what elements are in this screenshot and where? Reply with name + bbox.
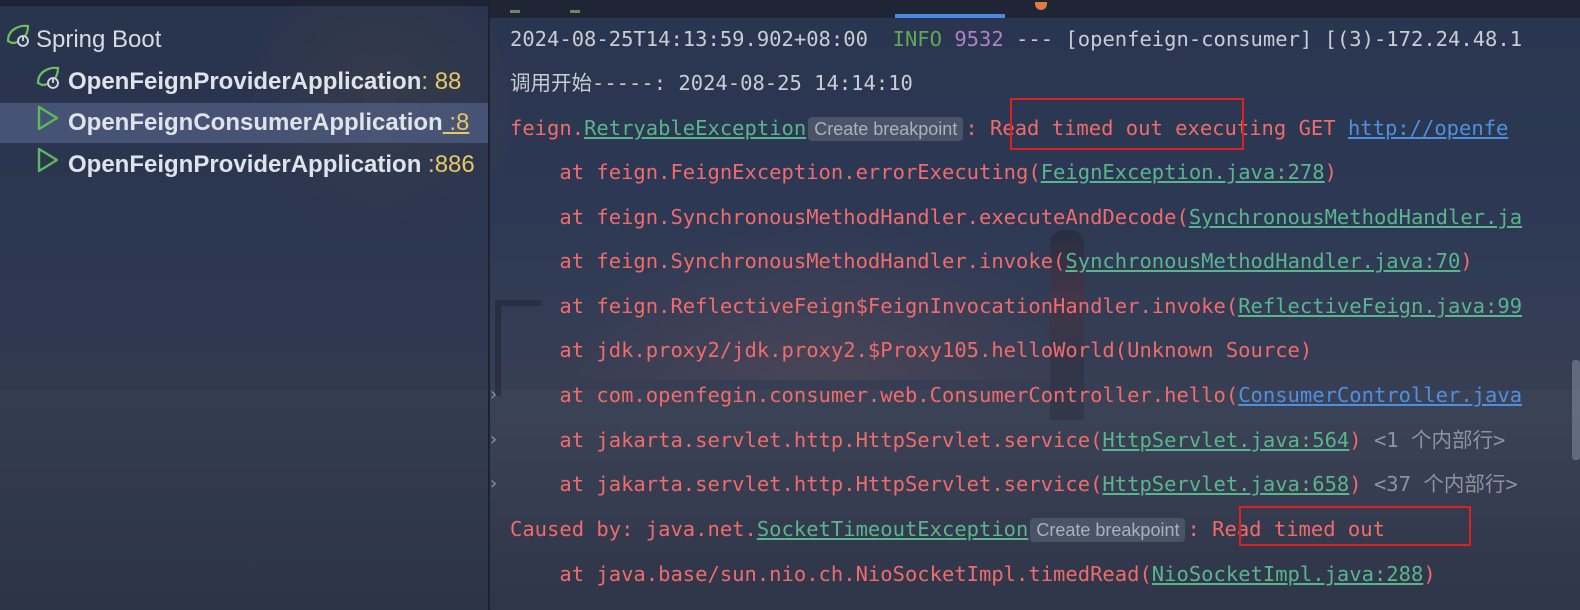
tree-item-port: :886 xyxy=(421,151,475,178)
source-link[interactable]: HttpServlet.java:658 xyxy=(1102,472,1349,496)
stack-frame-close: ) xyxy=(1349,428,1362,452)
log-timestamp: 2024-08-25T14:13:59.902+08:00 xyxy=(510,27,868,51)
stack-frame: at java.base/sun.nio.ch.NioSocketImpl.ti… xyxy=(510,559,1436,589)
services-tree-panel: Spring Boot OpenFeignProviderApplication… xyxy=(0,0,488,610)
stack-frame: at feign.SynchronousMethodHandler.invoke… xyxy=(510,246,1473,276)
stack-frame-method: at feign.SynchronousMethodHandler.execut… xyxy=(510,205,1189,229)
run-icon xyxy=(36,147,60,189)
fold-chevron-icon[interactable]: › xyxy=(490,380,504,410)
tree-root-label: Spring Boot xyxy=(36,26,162,53)
exception-class-link[interactable]: SocketTimeoutException xyxy=(757,517,1029,541)
source-link[interactable]: HttpServlet.java:564 xyxy=(1102,428,1349,452)
log-level: INFO xyxy=(892,27,942,51)
stack-frame: at feign.FeignException.errorExecuting(F… xyxy=(510,157,1337,187)
stack-frame-method: at feign.SynchronousMethodHandler.invoke… xyxy=(510,249,1066,273)
log-line-call-start: 调用开始-----: 2024-08-25 14:14:10 xyxy=(510,71,913,95)
stack-frame-close: ) xyxy=(1423,562,1436,586)
caused-by-prefix: Caused by: java.net. xyxy=(510,517,757,541)
tree-item-consumer[interactable]: OpenFeignConsumerApplication :8 xyxy=(0,103,488,143)
exception-separator: : xyxy=(965,116,991,140)
stack-frame: at feign.ReflectiveFeign$FeignInvocation… xyxy=(510,291,1522,321)
stack-frame-method: at java.base/sun.nio.ch.NioSocketImpl.ti… xyxy=(510,562,1152,586)
tree-item-port: :8 xyxy=(442,109,470,136)
stack-frame: at com.openfegin.consumer.web.ConsumerCo… xyxy=(510,380,1522,410)
tree-item-name: OpenFeignProviderApplication xyxy=(68,68,422,95)
create-breakpoint-button[interactable]: Create breakpoint xyxy=(808,117,964,141)
highlight-box-read-timeout-2 xyxy=(1239,506,1471,546)
console-output[interactable]: 2024-08-25T14:13:59.902+08:00 INFO 9532 … xyxy=(490,0,1580,610)
log-thread: --- [openfeign-consumer] [(3)-172.24.48.… xyxy=(1003,27,1523,51)
exception-package: feign. xyxy=(510,116,585,140)
tree-item-port: : 88 xyxy=(421,68,462,95)
source-link[interactable]: ConsumerController.java xyxy=(1238,383,1522,407)
request-url-link[interactable]: http://openfe xyxy=(1348,116,1508,140)
console-scrollbar[interactable] xyxy=(1572,360,1580,460)
stack-frame: at jakarta.servlet.http.HttpServlet.serv… xyxy=(510,469,1518,499)
console-tab-bar xyxy=(490,0,1580,18)
source-link[interactable]: SynchronousMethodHandler.ja xyxy=(1189,205,1522,229)
source-link[interactable]: NioSocketImpl.java:288 xyxy=(1152,562,1424,586)
run-icon xyxy=(36,105,60,147)
stack-frame-method: at com.openfegin.consumer.web.ConsumerCo… xyxy=(510,383,1239,407)
stack-frame-close: ) xyxy=(1324,160,1337,184)
exception-class-link[interactable]: RetryableException xyxy=(584,116,806,140)
stack-frame: at jakarta.servlet.http.HttpServlet.serv… xyxy=(510,425,1505,455)
stack-frame-close: ) xyxy=(1349,472,1362,496)
fold-chevron-icon[interactable]: › xyxy=(490,425,504,455)
highlight-box-read-timeout-1 xyxy=(1010,98,1244,150)
stack-frame-method: at jakarta.servlet.http.HttpServlet.serv… xyxy=(510,428,1103,452)
stack-frame-close: ) xyxy=(1460,249,1473,273)
tree-root-spring-boot[interactable]: Spring Boot xyxy=(0,20,161,60)
folded-lines-note[interactable]: <37 个内部行> xyxy=(1362,472,1518,496)
spring-boot-icon xyxy=(4,21,32,65)
source-link[interactable]: ReflectiveFeign.java:99 xyxy=(1238,294,1522,318)
folded-lines-note[interactable]: <1 个内部行> xyxy=(1362,428,1505,452)
stack-frame: at jdk.proxy2/jdk.proxy2.$Proxy105.hello… xyxy=(510,338,1313,362)
create-breakpoint-button[interactable]: Create breakpoint xyxy=(1030,518,1186,542)
exception-separator: : xyxy=(1187,517,1213,541)
stack-frame-method: at feign.ReflectiveFeign$FeignInvocation… xyxy=(510,294,1239,318)
stack-frame-method: at feign.FeignException.errorExecuting( xyxy=(510,160,1041,184)
tree-item-name: OpenFeignConsumerApplication xyxy=(68,109,443,136)
tree-item-name: OpenFeignProviderApplication xyxy=(68,151,422,178)
log-line-info: 2024-08-25T14:13:59.902+08:00 INFO 9532 … xyxy=(510,24,1522,54)
stack-frame: at feign.SynchronousMethodHandler.execut… xyxy=(510,202,1522,232)
source-link[interactable]: SynchronousMethodHandler.java:70 xyxy=(1065,249,1460,273)
tree-item-provider-1[interactable]: OpenFeignProviderApplication: 88 xyxy=(0,62,461,102)
source-link[interactable]: FeignException.java:278 xyxy=(1041,160,1325,184)
stack-frame-method: at jakarta.servlet.http.HttpServlet.serv… xyxy=(510,472,1103,496)
log-pid: 9532 xyxy=(954,27,1004,51)
tree-item-provider-2[interactable]: OpenFeignProviderApplication :886 xyxy=(0,145,475,185)
fold-chevron-icon[interactable]: › xyxy=(490,469,504,499)
tab-status-dot xyxy=(1035,2,1047,10)
spring-app-icon xyxy=(34,63,62,107)
active-tab-indicator xyxy=(895,14,1005,18)
